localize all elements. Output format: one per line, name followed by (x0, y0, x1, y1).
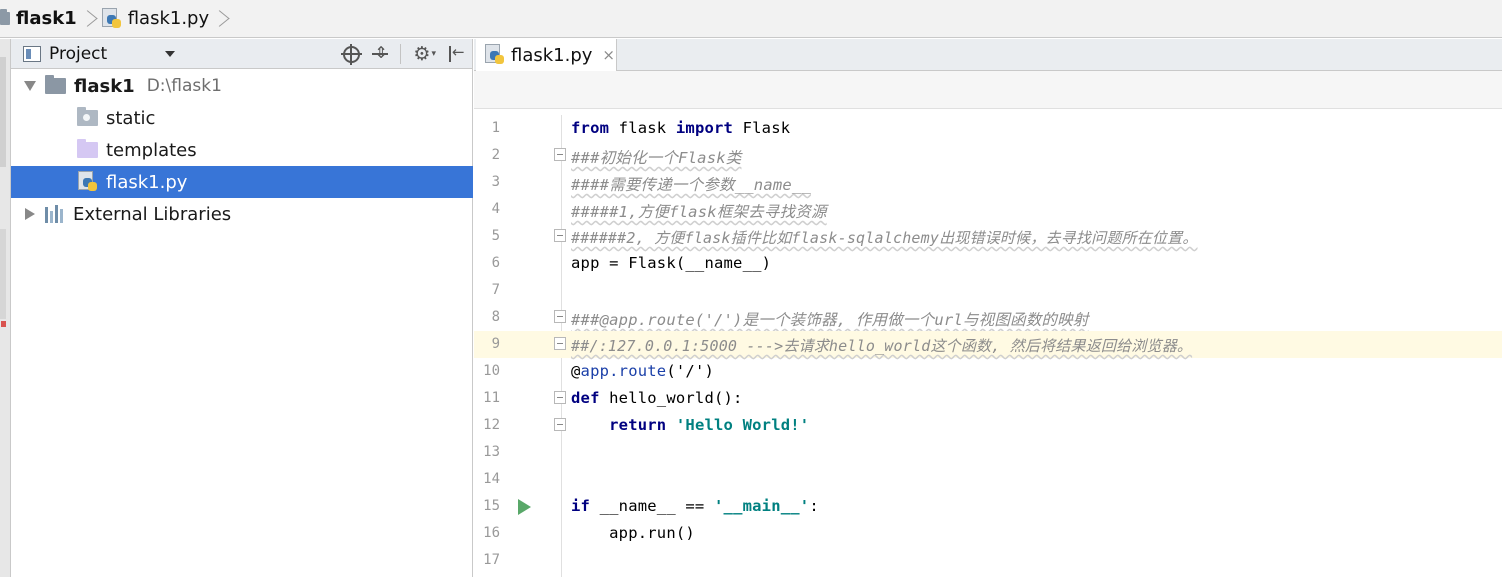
code-line: 4 #####1,方便flask框架去寻找资源 (491, 201, 827, 221)
code-line: 15 if __name__ == '__main__': (483, 497, 819, 515)
tree-item-static[interactable]: static (11, 102, 473, 134)
expand-arrow-icon[interactable] (25, 208, 35, 220)
code-line: 13 (483, 444, 500, 460)
project-panel: Project ⚙▾ flask1 D:\flask1 static templ… (11, 39, 473, 577)
code-line: 3 ####需要传递一个参数__name__ (491, 174, 811, 194)
tree-item-external-libraries[interactable]: External Libraries (11, 198, 473, 230)
tree-item-flask1[interactable]: flask1 D:\flask1 (11, 70, 473, 102)
python-file-icon (484, 44, 506, 66)
breadcrumb-project[interactable]: flask1 (0, 0, 81, 38)
template-folder-icon (77, 139, 98, 158)
breadcrumb-file-label: flask1.py (127, 8, 210, 29)
tree-item-flask1-py[interactable]: flask1.py (11, 166, 473, 198)
code-line: 16 app.run() (483, 524, 695, 542)
tree-item-label: static (106, 107, 156, 129)
close-icon[interactable]: × (602, 46, 615, 64)
breadcrumb-project-label: flask1 (16, 8, 77, 29)
chevron-right-icon (213, 0, 227, 38)
gear-icon[interactable]: ⚙ ▾ (413, 44, 436, 64)
tree-item-label: flask1.py (106, 171, 188, 193)
tree-item-label: External Libraries (73, 203, 232, 225)
tab-label: flask1.py (511, 44, 593, 66)
code-line: 17 (483, 552, 500, 568)
left-tool-strip (0, 39, 11, 577)
code-line: 10 @app.route('/') (483, 362, 715, 380)
expand-arrow-icon[interactable] (24, 81, 36, 91)
project-panel-header: Project ⚙▾ (11, 39, 472, 69)
fold-marker-icon[interactable] (554, 418, 566, 431)
code-line: 11 def hello_world(): (483, 389, 743, 407)
tool-window-button-favorites[interactable] (0, 229, 6, 319)
fold-marker-icon[interactable] (554, 229, 566, 242)
code-line: 5 ######2, 方便flask插件比如flask-sqlalchemy出现… (491, 228, 1198, 247)
project-view-icon (23, 45, 41, 62)
tree-item-templates[interactable]: templates (11, 134, 473, 166)
tree-item-label: templates (106, 139, 197, 161)
tool-window-button-project[interactable] (0, 57, 6, 167)
code-area[interactable]: 1 from flask import Flask 2 ###初始化一个Flas… (474, 115, 1502, 577)
toolbar-divider (400, 44, 402, 64)
chevron-down-icon[interactable] (165, 50, 176, 57)
folder-icon (45, 75, 66, 94)
breadcrumb-file[interactable]: flask1.py (95, 0, 213, 38)
code-line: 14 (483, 471, 500, 487)
fold-marker-icon[interactable] (554, 337, 566, 350)
fold-marker-icon[interactable] (554, 391, 566, 404)
python-file-icon (77, 171, 99, 193)
code-line-current: 9 ##/:127.0.0.1:5000 --->去请求hello_world这… (474, 331, 1502, 358)
code-line: 2 ###初始化一个Flask类 (491, 147, 742, 167)
locate-file-icon[interactable] (341, 43, 363, 65)
tree-item-label: flask1 (74, 75, 135, 97)
code-line: 7 (491, 282, 500, 298)
error-indicator-icon (1, 321, 6, 327)
code-line: 8 ###@app.route('/')是一个装饰器, 作用做一个url与视图函… (491, 309, 1089, 329)
navigation-bar: flask1 flask1.py (0, 0, 1502, 38)
code-line: 12 return 'Hello World!' (483, 416, 810, 434)
hide-panel-icon[interactable] (448, 43, 466, 62)
project-panel-title[interactable]: Project (49, 44, 107, 64)
collapse-all-icon[interactable] (372, 43, 389, 63)
libraries-icon (45, 205, 67, 223)
folder-icon (0, 9, 10, 25)
code-line: 6 app = Flask(__name__) (491, 254, 772, 272)
editor-tab-bar: flask1.py × (474, 39, 1502, 71)
editor-panel: flask1.py × 1 from flask import Flask 2 … (474, 39, 1502, 577)
tree-item-path: D:\flask1 (146, 76, 222, 96)
fold-marker-icon[interactable] (554, 310, 566, 323)
run-icon[interactable] (518, 499, 531, 515)
tab-flask1-py[interactable]: flask1.py × (476, 39, 617, 71)
fold-marker-icon[interactable] (554, 148, 566, 161)
chevron-right-icon (81, 0, 95, 38)
editor-breadcrumb-strip (474, 71, 1502, 109)
python-file-icon (101, 7, 123, 30)
resource-folder-icon (77, 107, 98, 126)
code-line: 1 from flask import Flask (491, 119, 791, 137)
